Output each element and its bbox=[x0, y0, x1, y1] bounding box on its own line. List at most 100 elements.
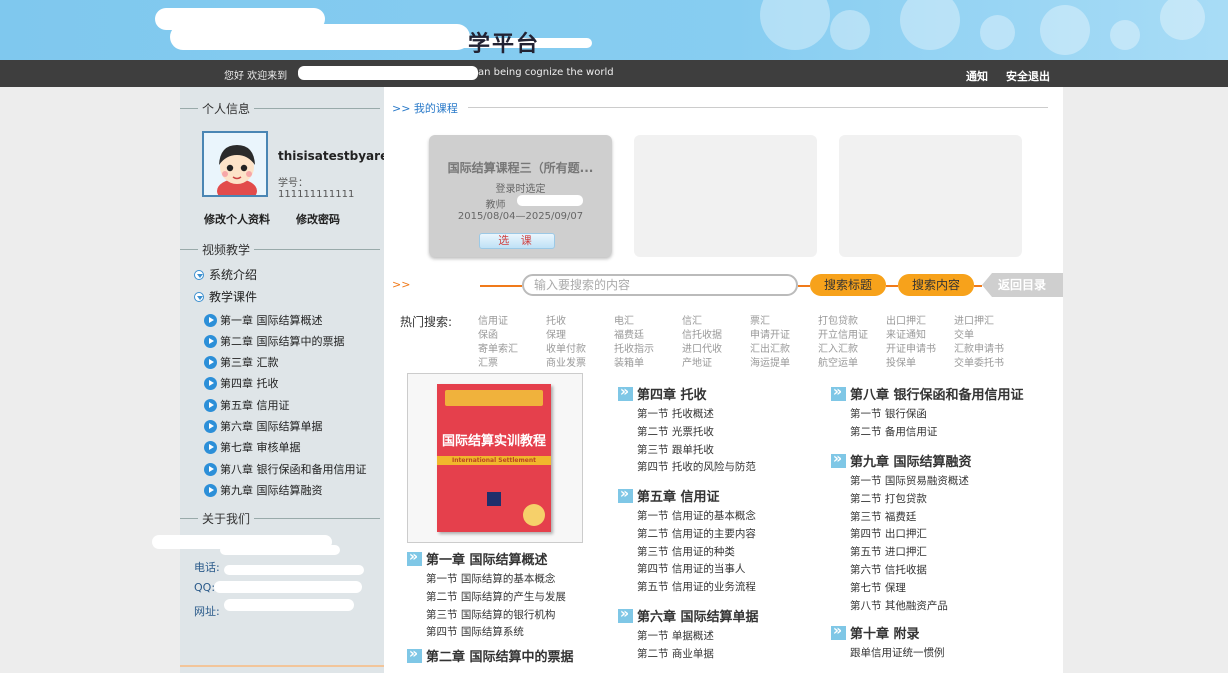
chapter-link-5[interactable]: 第五章 信用证 bbox=[204, 397, 290, 413]
publisher-logo bbox=[487, 492, 501, 506]
toc-section-link[interactable]: 第二节 打包贷款 bbox=[850, 491, 927, 506]
hot-search-link[interactable]: 汇款申请书 bbox=[954, 340, 1004, 355]
toc-chapter-heading[interactable]: 第二章 国际结算中的票据 bbox=[407, 646, 574, 665]
chapter-link-1[interactable]: 第一章 国际结算概述 bbox=[204, 312, 323, 328]
hot-search-link[interactable]: 装箱单 bbox=[614, 354, 644, 369]
toc-section-link[interactable]: 第三节 国际结算的银行机构 bbox=[426, 607, 555, 622]
hot-search-link[interactable]: 打包贷款 bbox=[818, 312, 858, 327]
toc-chapter-heading[interactable]: 第六章 国际结算单据 bbox=[618, 606, 759, 625]
hot-search-link[interactable]: 电汇 bbox=[614, 312, 634, 327]
toc-section-link[interactable]: 第三节 信用证的种类 bbox=[637, 544, 735, 559]
hot-search-link[interactable]: 开证申请书 bbox=[886, 340, 936, 355]
hot-search-link[interactable]: 汇票 bbox=[478, 354, 498, 369]
hot-search-link[interactable]: 交单委托书 bbox=[954, 354, 1004, 369]
hot-search-link[interactable]: 进口代收 bbox=[682, 340, 722, 355]
tree-item-system-intro[interactable]: 系统介绍 bbox=[194, 266, 257, 283]
expand-icon bbox=[194, 269, 204, 280]
hot-search-link[interactable]: 收单付款 bbox=[546, 340, 586, 355]
toc-section-link[interactable]: 第一节 国际贸易融资概述 bbox=[850, 473, 969, 488]
course-card[interactable]: 国际结算课程三（所有题... 登录时选定 教师 2015/08/04—2025/… bbox=[429, 135, 612, 257]
toc-chapter-heading[interactable]: 第十章 附录 bbox=[831, 623, 920, 642]
hot-search-link[interactable]: 票汇 bbox=[750, 312, 770, 327]
hot-search-link[interactable]: 海运提单 bbox=[750, 354, 790, 369]
back-to-toc-button[interactable]: 返回目录 bbox=[982, 273, 1063, 297]
toc-section-link[interactable]: 第五节 进口押汇 bbox=[850, 544, 927, 559]
toc-section-link[interactable]: 第五节 信用证的业务流程 bbox=[637, 579, 756, 594]
toc-section-link[interactable]: 第二节 国际结算的产生与发展 bbox=[426, 589, 566, 604]
divider bbox=[886, 285, 898, 287]
hot-search-link[interactable]: 商业发票 bbox=[546, 354, 586, 369]
chapter-link-6[interactable]: 第六章 国际结算单据 bbox=[204, 418, 323, 434]
toc-chapter-heading[interactable]: 第四章 托收 bbox=[618, 384, 707, 403]
toc-chapter-title: 第五章 信用证 bbox=[637, 490, 720, 505]
change-password-link[interactable]: 修改密码 bbox=[296, 211, 340, 227]
hot-search-link[interactable]: 开立信用证 bbox=[818, 326, 868, 341]
toc-section-link[interactable]: 第八节 其他融资产品 bbox=[850, 598, 948, 613]
redacted-text bbox=[298, 66, 478, 80]
toc-section-link[interactable]: 第七节 保理 bbox=[850, 580, 906, 595]
hot-search-link[interactable]: 保函 bbox=[478, 326, 498, 341]
tree-item-courseware[interactable]: 教学课件 bbox=[194, 288, 257, 305]
toc-section-link[interactable]: 跟单信用证统一惯例 bbox=[850, 645, 945, 660]
hot-search-link[interactable]: 汇入汇款 bbox=[818, 340, 858, 355]
personal-info-header: 个人信息 bbox=[180, 100, 381, 117]
toc-chapter-heading[interactable]: 第五章 信用证 bbox=[618, 486, 720, 505]
hot-search-link[interactable]: 投保单 bbox=[886, 354, 916, 369]
chapter-link-9[interactable]: 第九章 国际结算融资 bbox=[204, 482, 323, 498]
notice-link[interactable]: 通知 bbox=[966, 68, 988, 84]
chapter-label: 第八章 银行保函和备用信用证 bbox=[220, 463, 367, 476]
hot-search-link[interactable]: 产地证 bbox=[682, 354, 712, 369]
toc-chapter-heading[interactable]: 第一章 国际结算概述 bbox=[407, 549, 548, 568]
toc-section-link[interactable]: 第二节 信用证的主要内容 bbox=[637, 526, 756, 541]
toc-section-link[interactable]: 第一节 单据概述 bbox=[637, 628, 714, 643]
hot-search-link[interactable]: 托收指示 bbox=[614, 340, 654, 355]
hot-search-link[interactable]: 信用证 bbox=[478, 312, 508, 327]
toc-section-link[interactable]: 第一节 国际结算的基本概念 bbox=[426, 571, 555, 586]
play-icon bbox=[204, 355, 217, 369]
edit-profile-link[interactable]: 修改个人资料 bbox=[204, 211, 270, 227]
toc-chapter-heading[interactable]: 第八章 银行保函和备用信用证 bbox=[831, 384, 1024, 403]
logout-link[interactable]: 安全退出 bbox=[1006, 68, 1050, 84]
toc-section-link[interactable]: 第四节 国际结算系统 bbox=[426, 624, 524, 639]
chapter-link-3[interactable]: 第三章 汇款 bbox=[204, 354, 279, 370]
toc-section-link[interactable]: 第六节 信托收据 bbox=[850, 562, 927, 577]
chapter-link-7[interactable]: 第七章 审核单据 bbox=[204, 439, 301, 455]
book-series-banner bbox=[445, 390, 543, 406]
sidebar: 个人信息 thisisatestbyaredhac 学号：11111111111… bbox=[152, 87, 421, 673]
chapter-link-8[interactable]: 第八章 银行保函和备用信用证 bbox=[204, 461, 367, 477]
hot-search-link[interactable]: 信汇 bbox=[682, 312, 702, 327]
hot-search-link[interactable]: 汇出汇款 bbox=[750, 340, 790, 355]
toc-section-link[interactable]: 第三节 跟单托收 bbox=[637, 442, 714, 457]
hot-search-link[interactable]: 交单 bbox=[954, 326, 974, 341]
toc-section-link[interactable]: 第一节 信用证的基本概念 bbox=[637, 508, 756, 523]
toc-section-link[interactable]: 第一节 银行保函 bbox=[850, 406, 927, 421]
select-course-button[interactable]: 选 课 bbox=[479, 233, 555, 249]
hot-search-link[interactable]: 寄单索汇 bbox=[478, 340, 518, 355]
hot-search-link[interactable]: 保理 bbox=[546, 326, 566, 341]
toc-section-link[interactable]: 第四节 出口押汇 bbox=[850, 526, 927, 541]
toc-section-link[interactable]: 第一节 托收概述 bbox=[637, 406, 714, 421]
toc-section-link[interactable]: 第二节 备用信用证 bbox=[850, 424, 937, 439]
hot-search-link[interactable]: 福费廷 bbox=[614, 326, 644, 341]
hot-search-link[interactable]: 信托收据 bbox=[682, 326, 722, 341]
toc-section-link[interactable]: 第三节 福费廷 bbox=[850, 509, 916, 524]
toc-section-link[interactable]: 第二节 光票托收 bbox=[637, 424, 714, 439]
hot-search-link[interactable]: 出口押汇 bbox=[886, 312, 926, 327]
hot-search-link[interactable]: 托收 bbox=[546, 312, 566, 327]
breadcrumb[interactable]: >> 我的课程 bbox=[392, 100, 458, 116]
chapter-arrow-icon bbox=[618, 486, 633, 503]
toc-section-link[interactable]: 第四节 信用证的当事人 bbox=[637, 561, 745, 576]
chapter-link-4[interactable]: 第四章 托收 bbox=[204, 375, 279, 391]
hot-search-link[interactable]: 航空运单 bbox=[818, 354, 858, 369]
chapter-link-2[interactable]: 第二章 国际结算中的票据 bbox=[204, 333, 345, 349]
toc-chapter-heading[interactable]: 第九章 国际结算融资 bbox=[831, 451, 972, 470]
video-teaching-title: 视频教学 bbox=[202, 243, 251, 257]
hot-search-link[interactable]: 进口押汇 bbox=[954, 312, 994, 327]
hot-search-link[interactable]: 来证通知 bbox=[886, 326, 926, 341]
search-title-button[interactable]: 搜索标题 bbox=[810, 274, 886, 296]
toc-section-link[interactable]: 第四节 托收的风险与防范 bbox=[637, 459, 756, 474]
toc-section-link[interactable]: 第二节 商业单据 bbox=[637, 646, 714, 661]
hot-search-link[interactable]: 申请开证 bbox=[750, 326, 790, 341]
search-content-button[interactable]: 搜索内容 bbox=[898, 274, 974, 296]
search-input[interactable]: 输入要搜索的内容 bbox=[522, 274, 798, 296]
